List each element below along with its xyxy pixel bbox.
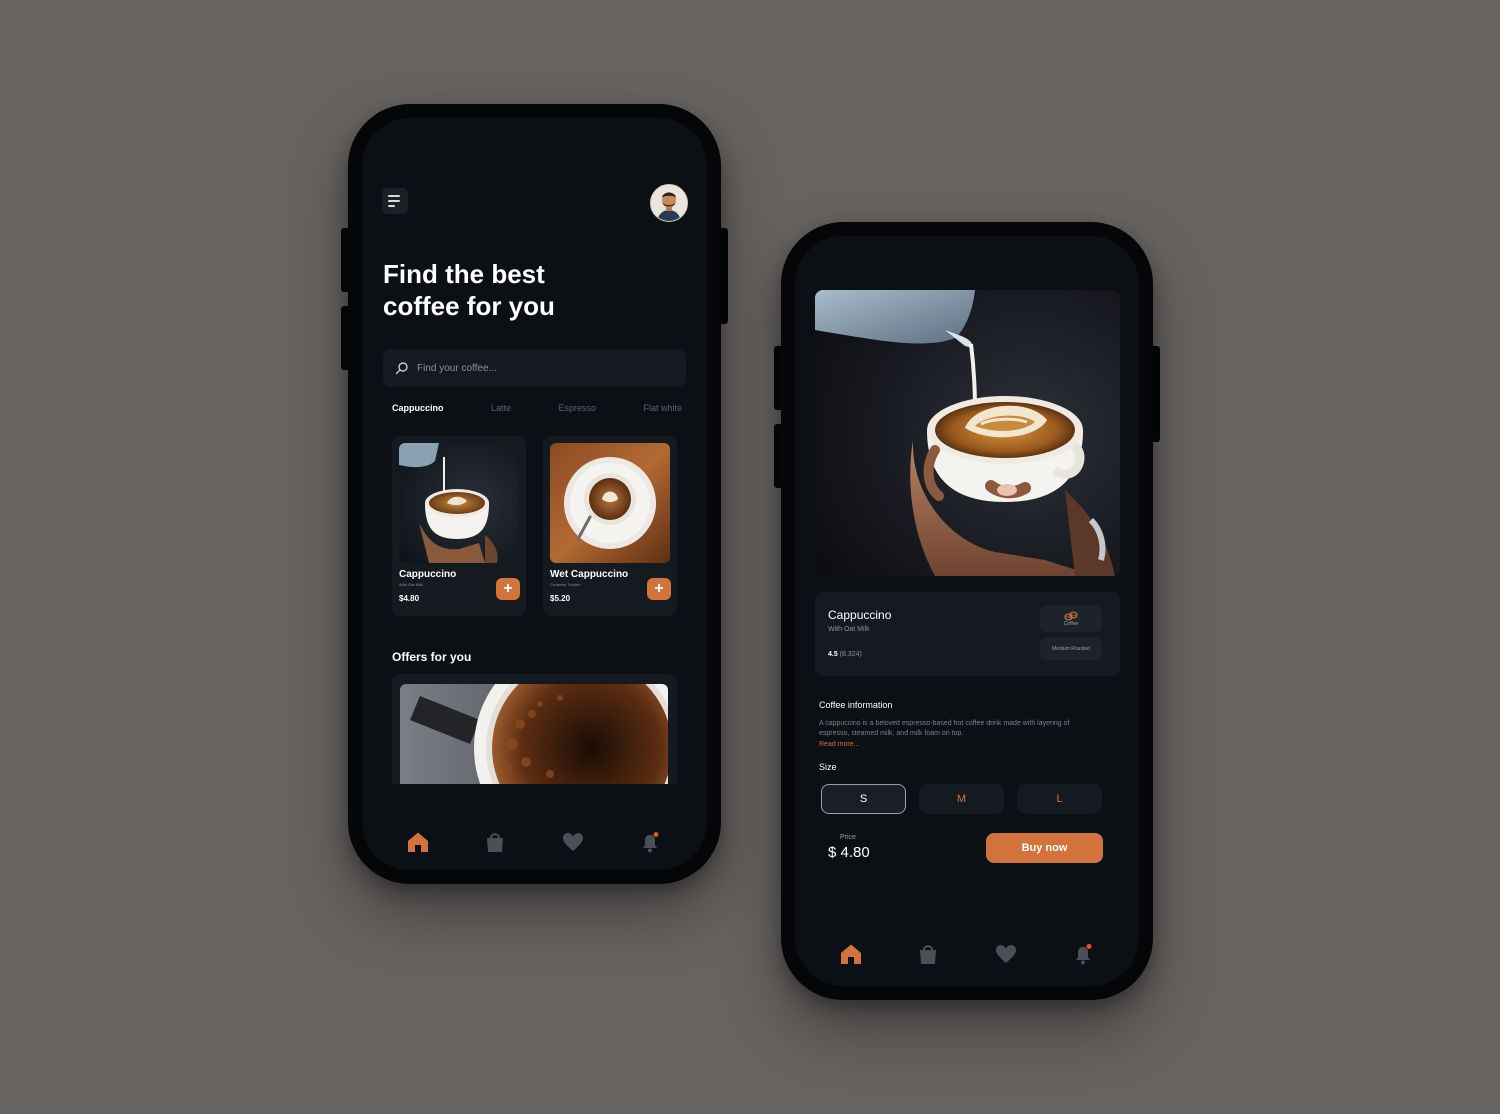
product-rating: 4.5 (8.324): [828, 651, 862, 658]
bell-icon: [642, 832, 659, 853]
home-screen: Find the best coffee for you Cappuccino …: [362, 118, 707, 870]
offers-title: Offers for you: [392, 650, 472, 664]
page-title-line-1: Find the best: [383, 259, 545, 289]
avatar-image: [651, 185, 687, 221]
nav-home[interactable]: [406, 830, 430, 854]
home-icon: [408, 832, 428, 852]
product-subtitle: With Oat Milk: [828, 626, 870, 633]
coffee-beans-icon: [1064, 611, 1078, 621]
page-title: Find the best coffee for you: [383, 258, 673, 322]
tag-coffee-label: Coffee: [1063, 621, 1079, 627]
menu-icon-line: [388, 200, 400, 202]
category-tabs: Cappuccino Latte Espresso Flat white: [392, 403, 682, 413]
bag-icon: [487, 833, 504, 852]
heart-icon: [995, 945, 1016, 963]
nav-notifications[interactable]: [638, 830, 662, 854]
product-price: $4.80: [399, 594, 420, 603]
offer-card[interactable]: [392, 674, 677, 784]
coffee-info-title: Coffee information: [819, 700, 893, 710]
product-card-cappuccino[interactable]: Cappuccino With Oat Milk $4.80 +: [392, 436, 526, 616]
size-title: Size: [819, 762, 837, 772]
nav-cart[interactable]: [916, 942, 940, 966]
tab-flat-white[interactable]: Flat white: [643, 403, 682, 413]
home-phone: Find the best coffee for you Cappuccino …: [348, 104, 721, 884]
search-input[interactable]: [415, 361, 659, 375]
tag-coffee: Coffee: [1040, 606, 1102, 632]
bell-icon: [1075, 944, 1092, 965]
rating-value: 4.5: [828, 651, 838, 658]
product-price: $5.20: [550, 594, 571, 603]
search-bar[interactable]: [383, 349, 686, 387]
tag-roast-label: Medium Roasted: [1052, 646, 1090, 652]
size-option-m[interactable]: M: [919, 784, 1004, 814]
heart-icon: [562, 833, 583, 851]
product-subtitle: Creamier Texture: [550, 582, 581, 587]
plus-icon: +: [503, 580, 513, 597]
page-title-line-2: coffee for you: [383, 291, 555, 321]
home-icon: [841, 944, 861, 964]
nav-notifications[interactable]: [1071, 942, 1095, 966]
product-subtitle: With Oat Milk: [399, 582, 423, 587]
add-to-cart-button[interactable]: +: [496, 578, 520, 600]
rating-count: (8.324): [839, 651, 862, 658]
bottom-nav: [839, 942, 1095, 966]
menu-icon-line: [388, 205, 395, 207]
plus-icon: +: [654, 580, 664, 597]
nav-favorites[interactable]: [561, 830, 585, 854]
detail-screen: Cappuccino With Oat Milk 4.5 (8.324) Cof…: [795, 236, 1139, 986]
offer-image: [400, 684, 668, 784]
menu-button[interactable]: [382, 188, 408, 214]
bag-icon: [920, 945, 937, 964]
coffee-description: A cappuccino is a beloved espresso-based…: [819, 720, 1070, 737]
avatar[interactable]: [650, 184, 688, 222]
tab-cappuccino[interactable]: Cappuccino: [392, 403, 444, 413]
size-option-l[interactable]: L: [1017, 784, 1102, 814]
product-image-wet-cappuccino: [550, 443, 670, 563]
product-card-wet-cappuccino[interactable]: Wet Cappuccino Creamier Texture $5.20 +: [543, 436, 677, 616]
product-name: Cappuccino: [399, 569, 457, 580]
nav-home[interactable]: [839, 942, 863, 966]
bottom-nav: [406, 830, 662, 854]
nav-favorites[interactable]: [994, 942, 1018, 966]
menu-icon-line: [388, 195, 400, 197]
product-name: Cappuccino: [828, 608, 892, 622]
nav-cart[interactable]: [483, 830, 507, 854]
read-more-link[interactable]: Read more...: [819, 741, 859, 748]
product-info-card: Cappuccino With Oat Milk 4.5 (8.324) Cof…: [815, 592, 1120, 676]
price-label: Price: [840, 834, 856, 841]
detail-phone: Cappuccino With Oat Milk 4.5 (8.324) Cof…: [781, 222, 1153, 1000]
buy-now-button[interactable]: Buy now: [986, 833, 1103, 863]
tag-roast: Medium Roasted: [1040, 638, 1102, 660]
product-hero-image: [815, 290, 1120, 576]
product-name: Wet Cappuccino: [550, 569, 629, 580]
search-icon: [395, 362, 408, 375]
tab-latte[interactable]: Latte: [491, 403, 511, 413]
product-image-cappuccino: [399, 443, 519, 563]
price-value: $ 4.80: [828, 844, 870, 861]
tab-espresso[interactable]: Espresso: [558, 403, 596, 413]
size-selector: S M L: [821, 784, 1102, 814]
add-to-cart-button[interactable]: +: [647, 578, 671, 600]
size-option-s[interactable]: S: [821, 784, 906, 814]
